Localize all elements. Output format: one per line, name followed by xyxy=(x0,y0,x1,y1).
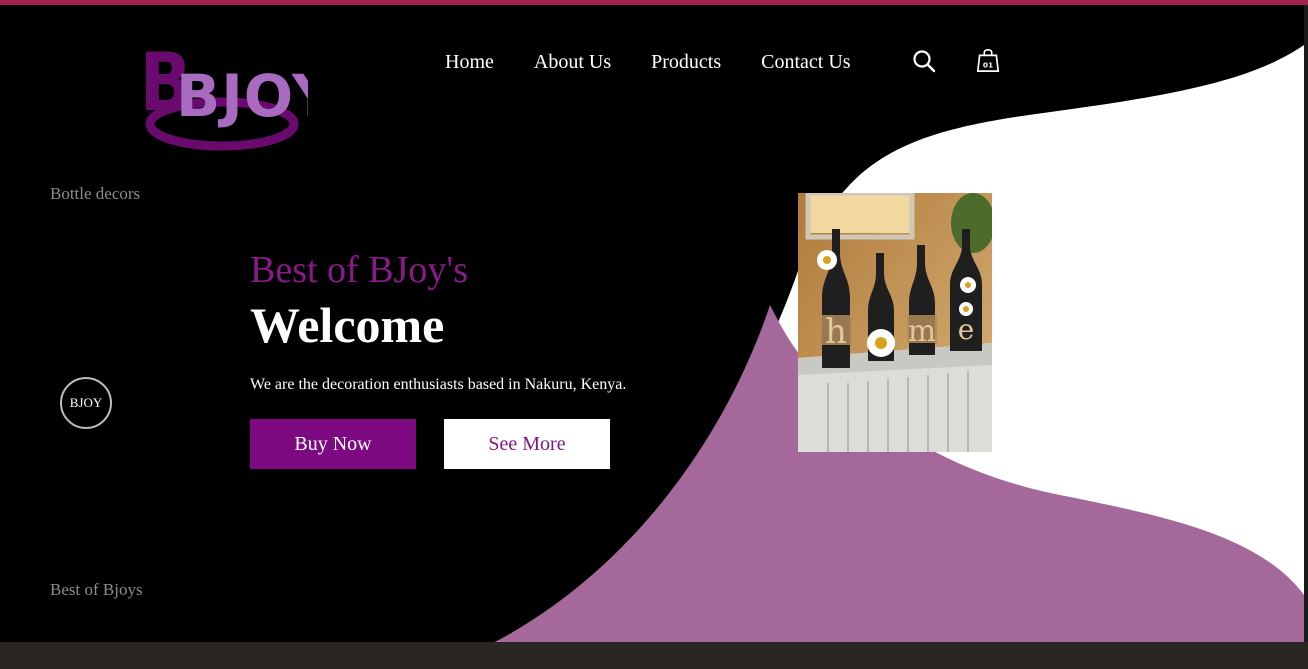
right-edge-strip xyxy=(1304,5,1308,642)
bjoy-logo[interactable]: B BJOY xyxy=(138,34,308,152)
nav-home[interactable]: Home xyxy=(445,51,494,74)
image-letter-h: h xyxy=(825,312,847,352)
logo-text: BJOY xyxy=(176,62,308,130)
nav-about-us[interactable]: About Us xyxy=(534,51,611,74)
nav-contact-us[interactable]: Contact Us xyxy=(761,51,850,74)
image-letter-m: m xyxy=(908,314,936,349)
hero-subtitle: Best of BJoy's xyxy=(250,249,468,291)
hero-title: Welcome xyxy=(250,297,445,353)
search-icon[interactable] xyxy=(911,48,937,74)
bottom-bar xyxy=(0,642,1308,669)
sidebar-bottom-label: Best of Bjoys xyxy=(50,580,143,599)
hero-product-image: h o m e xyxy=(798,193,992,452)
bjoy-badge[interactable]: BJOY xyxy=(60,377,112,429)
image-letter-e: e xyxy=(958,313,975,346)
sidebar-top-label: Bottle decors xyxy=(50,184,141,203)
hero-description: We are the decoration enthusiasts based … xyxy=(250,376,627,393)
buy-now-button[interactable]: Buy Now xyxy=(250,419,416,469)
see-more-button[interactable]: See More xyxy=(444,419,610,469)
shopping-bag-icon[interactable]: 01 xyxy=(975,47,1001,73)
nav-products[interactable]: Products xyxy=(651,51,721,74)
cart-count: 01 xyxy=(983,60,993,69)
main-nav: Home About Us Products Contact Us xyxy=(445,47,891,77)
